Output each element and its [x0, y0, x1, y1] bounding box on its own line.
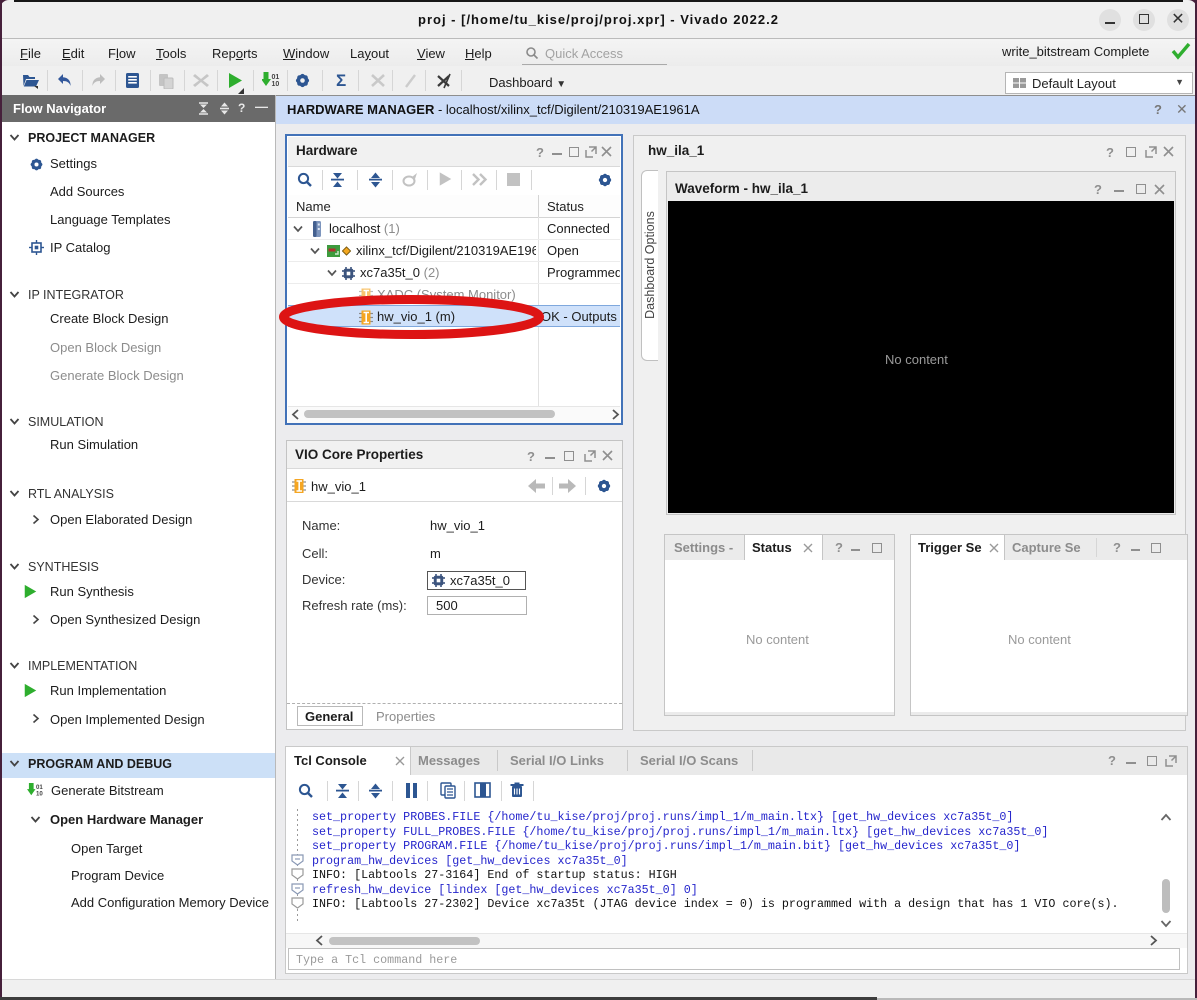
- svg-text:10: 10: [272, 81, 280, 88]
- svg-text:10: 10: [36, 791, 43, 798]
- svg-text:01: 01: [272, 74, 280, 81]
